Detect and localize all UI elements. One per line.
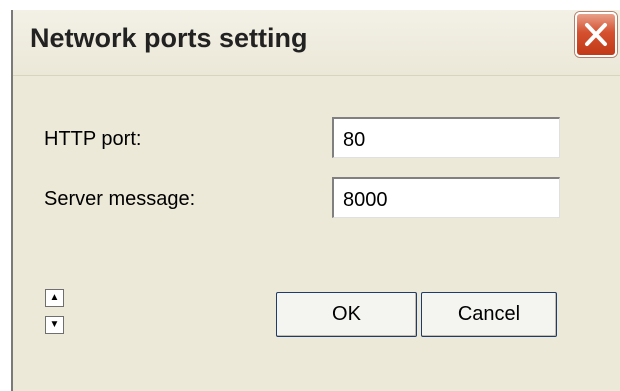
spin-up-button[interactable]: ▲ — [45, 289, 64, 307]
server-message-input[interactable] — [332, 177, 560, 218]
cancel-button[interactable]: Cancel — [421, 292, 557, 337]
dialog-title: Network ports setting — [30, 23, 308, 53]
close-button[interactable] — [575, 12, 617, 57]
close-icon — [585, 23, 607, 46]
http-port-input[interactable] — [332, 117, 560, 158]
server-message-label: Server message: — [44, 188, 196, 210]
ok-button[interactable]: OK — [276, 292, 417, 337]
arrow-up-icon: ▲ — [49, 292, 60, 303]
http-port-label: HTTP port: — [44, 128, 142, 150]
spin-down-button[interactable]: ▼ — [45, 316, 64, 334]
arrow-down-icon: ▼ — [49, 319, 60, 330]
network-ports-dialog: Network ports setting HTTP port: Server … — [11, 10, 620, 391]
title-bar[interactable]: Network ports setting — [13, 10, 620, 76]
